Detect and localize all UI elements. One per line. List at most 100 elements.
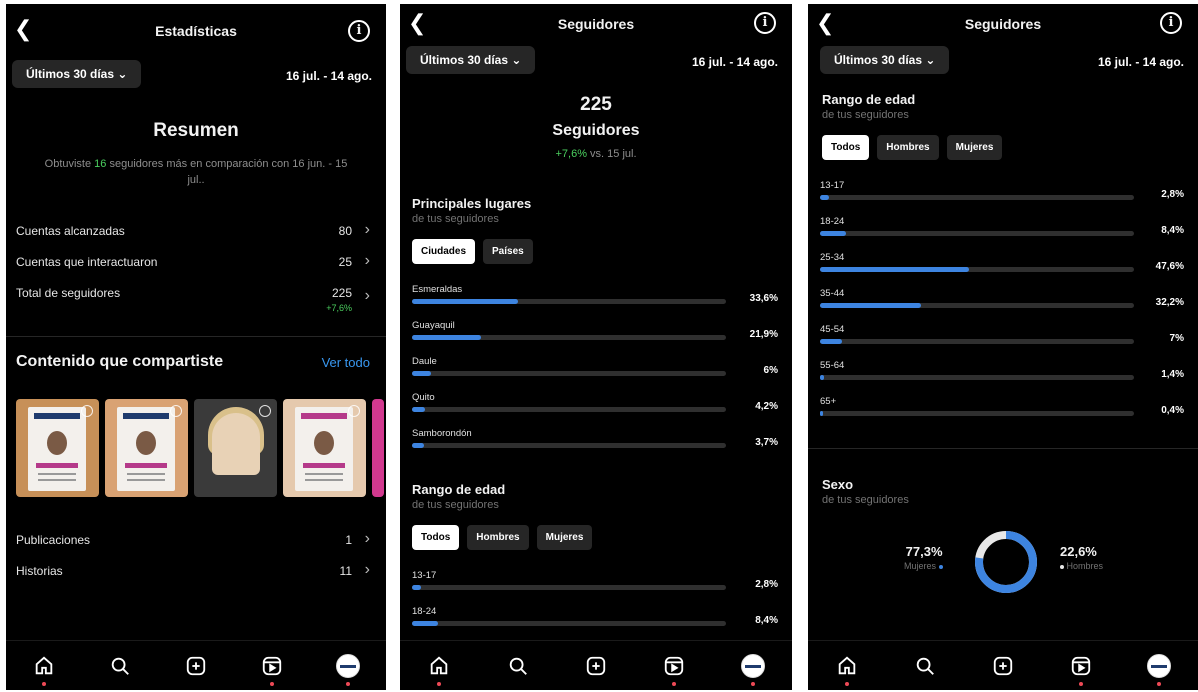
bar-track — [820, 195, 1134, 200]
bar-row: Esmeraldas 33,6% — [400, 278, 792, 314]
info-icon[interactable]: i — [754, 12, 776, 34]
bar-track — [820, 303, 1134, 308]
bar-row: 25-34 47,6% — [808, 246, 1198, 282]
reels-icon[interactable] — [660, 652, 688, 686]
stat-value: 25 — [338, 255, 352, 269]
home-icon[interactable] — [425, 652, 453, 686]
post-thumbnail[interactable] — [105, 399, 188, 497]
search-icon[interactable] — [504, 652, 532, 680]
home-icon[interactable] — [30, 652, 58, 686]
bar-row: 55-64 1,4% — [808, 354, 1198, 390]
stat-value: 80 — [338, 224, 352, 238]
date-range-label: Últimos 30 días — [834, 53, 923, 67]
bar-row: 65+ 0,4% — [808, 390, 1198, 426]
date-range-bar: Últimos 30 días ⌄ 16 jul. - 14 ago. — [400, 44, 792, 78]
women-label: Mujeres — [904, 561, 937, 571]
top-bar: ❮ Seguidores i — [400, 4, 792, 44]
stat-label: Total de seguidores — [16, 286, 121, 300]
back-arrow-icon[interactable]: ❮ — [408, 12, 426, 34]
search-icon[interactable] — [911, 652, 939, 680]
summary-title: Resumen — [153, 120, 239, 141]
post-thumbnail[interactable] — [194, 399, 277, 497]
profile-avatar[interactable] — [739, 652, 767, 686]
women-legend: 77,3% Mujeres — [904, 544, 943, 571]
tab-all[interactable]: Todos — [412, 525, 460, 550]
tab-cities[interactable]: Ciudades — [412, 239, 476, 264]
content-counts: Publicaciones 1 › Historias 11 › — [6, 525, 386, 587]
bar-label: Samborondón — [412, 428, 472, 439]
bar-row: Daule 6% — [400, 350, 792, 386]
age-section: Rango de edad de tus seguidores Todos Ho… — [400, 482, 792, 636]
stat-row-followers[interactable]: Total de seguidores 225 +7,6% › — [6, 278, 386, 324]
bar-fill — [820, 195, 829, 200]
bar-row: 18-24 8,4% — [400, 600, 792, 636]
bar-label: 13-17 — [412, 570, 437, 581]
post-thumbnail[interactable] — [283, 399, 366, 497]
info-icon[interactable]: i — [1160, 12, 1182, 34]
date-range-dropdown[interactable]: Últimos 30 días ⌄ — [12, 60, 142, 88]
bar-fill — [820, 231, 847, 236]
places-bars: Esmeraldas 33,6% Guayaquil 21,9% Daule 6% Quit… — [400, 278, 792, 458]
bar-label: Daule — [412, 356, 437, 367]
bar-row: Quito 4,2% — [400, 386, 792, 422]
date-range-dropdown[interactable]: Últimos 30 días ⌄ — [406, 46, 536, 74]
reels-icon[interactable] — [258, 652, 286, 686]
stat-row-reached[interactable]: Cuentas alcanzadas 80 › — [6, 216, 386, 247]
home-icon[interactable] — [833, 652, 861, 686]
date-range-label: Últimos 30 días — [26, 67, 115, 81]
create-icon[interactable] — [182, 652, 210, 680]
see-all-link[interactable]: Ver todo — [322, 355, 370, 370]
top-bar: ❮ Estadísticas i — [6, 4, 386, 58]
section-title: Principales lugares — [412, 196, 532, 211]
bar-percent: 6% — [763, 365, 778, 376]
men-percent: 22,6% — [1060, 544, 1097, 559]
section-subtitle: de tus seguidores — [412, 213, 499, 225]
chevron-right-icon: › — [364, 252, 370, 269]
tab-countries[interactable]: Países — [483, 239, 533, 264]
stats-list: Cuentas alcanzadas 80 › Cuentas que inte… — [6, 216, 386, 324]
bar-row: Guayaquil 21,9% — [400, 314, 792, 350]
search-icon[interactable] — [106, 652, 134, 680]
back-arrow-icon[interactable]: ❮ — [816, 12, 834, 34]
tab-women[interactable]: Mujeres — [946, 135, 1003, 160]
chevron-down-icon: ⌄ — [117, 67, 128, 81]
bar-label: 45-54 — [820, 324, 845, 335]
age-tabs: Todos Hombres Mujeres — [400, 525, 792, 550]
tab-women[interactable]: Mujeres — [536, 525, 593, 550]
bar-track — [412, 299, 726, 304]
profile-avatar[interactable] — [1145, 652, 1173, 686]
date-range-dropdown[interactable]: Últimos 30 días ⌄ — [820, 46, 950, 74]
profile-avatar[interactable] — [334, 652, 362, 686]
stat-value-group: 225 +7,6% — [326, 286, 352, 313]
followers-label: Seguidores — [552, 122, 640, 139]
story-ring-icon — [170, 405, 182, 417]
bar-track — [412, 585, 726, 590]
back-arrow-icon[interactable]: ❮ — [14, 18, 32, 40]
chevron-right-icon: › — [364, 221, 370, 238]
post-card-image — [117, 407, 175, 491]
tab-all[interactable]: Todos — [822, 135, 870, 160]
stat-row-posts[interactable]: Publicaciones 1 › — [6, 525, 386, 556]
bar-row: 13-17 2,8% — [808, 174, 1198, 210]
bar-track — [820, 231, 1134, 236]
stat-label: Cuentas alcanzadas — [16, 224, 125, 238]
info-icon[interactable]: i — [348, 20, 370, 42]
stat-row-stories[interactable]: Historias 11 › — [6, 556, 386, 587]
age-bars: 13-17 2,8% 18-24 8,4% — [400, 564, 792, 636]
create-icon[interactable] — [989, 652, 1017, 680]
stat-label: Historias — [16, 564, 63, 578]
bar-track — [820, 267, 1134, 272]
post-thumbnail[interactable] — [16, 399, 99, 497]
bar-fill — [820, 411, 823, 416]
tab-men[interactable]: Hombres — [467, 525, 529, 550]
seguidores-screen: ❮ Seguidores i Últimos 30 días ⌄ 16 jul.… — [400, 4, 792, 690]
bar-label: 18-24 — [820, 216, 845, 227]
reels-icon[interactable] — [1067, 652, 1095, 686]
post-thumbnail[interactable] — [372, 399, 384, 497]
stat-row-engaged[interactable]: Cuentas que interactuaron 25 › — [6, 247, 386, 278]
summary-text-part: seguidores más en comparación con 16 jun… — [106, 158, 348, 186]
date-range-text: 16 jul. - 14 ago. — [1097, 55, 1184, 69]
create-icon[interactable] — [582, 652, 610, 680]
tab-men[interactable]: Hombres — [877, 135, 939, 160]
bottom-nav — [400, 640, 792, 690]
